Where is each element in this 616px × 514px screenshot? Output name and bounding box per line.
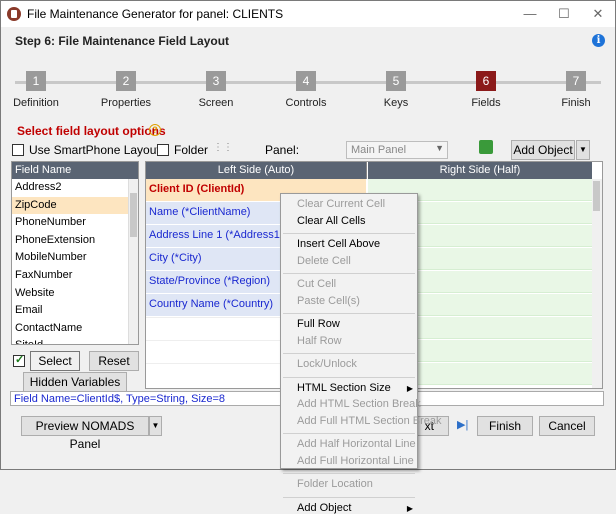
reset-button[interactable]: Reset	[89, 351, 139, 371]
left-side-header: Left Side (Auto)	[146, 162, 367, 179]
field-list-item[interactable]: PhoneExtension	[12, 232, 138, 250]
app-icon	[7, 7, 21, 21]
finish-button[interactable]: Finish	[477, 416, 533, 436]
wizard-step-number: 4	[296, 71, 316, 91]
smartphone-checkbox[interactable]	[12, 144, 24, 156]
grid-scrollbar[interactable]	[592, 179, 602, 388]
field-list-item[interactable]: Website	[12, 285, 138, 303]
submenu-arrow-icon: ▶	[406, 503, 413, 513]
panel-label: Panel:	[265, 143, 300, 157]
wizard-step-label: Screen	[198, 97, 234, 109]
field-list-item[interactable]: SiteId	[12, 337, 138, 344]
info-icon[interactable]: i	[592, 34, 605, 47]
wizard-step-label: Properties	[100, 97, 152, 109]
context-menu: Clear Current Cell Clear All Cells Insert …	[280, 193, 441, 514]
menu-item-cut-cell[interactable]: Cut Cell	[297, 278, 336, 290]
menu-item-add-full-horizontal-line[interactable]: Add Full Horizontal Line	[297, 455, 414, 467]
menu-separator	[283, 313, 415, 314]
menu-item-lock-unlock[interactable]: Lock/Unlock	[297, 358, 357, 370]
wizard-step-fields[interactable]: 6 Fields	[441, 71, 531, 109]
help-icon[interactable]: ?	[149, 124, 161, 136]
maximize-button[interactable]: ☐	[547, 1, 581, 27]
panel-select-value: Main Panel	[351, 144, 407, 156]
menu-item-half-row[interactable]: Half Row	[297, 335, 342, 347]
menu-item-delete-cell[interactable]: Delete Cell	[297, 255, 351, 267]
field-list-item[interactable]: Address2	[12, 179, 138, 197]
wizard-step-number: 1	[26, 71, 46, 91]
menu-separator	[283, 496, 415, 498]
title-bar: File Maintenance Generator for panel: CL…	[1, 1, 615, 27]
preview-dropdown-button[interactable]: ▼	[149, 416, 162, 436]
panel-select[interactable]: Main Panel ▼	[346, 141, 448, 159]
minimize-button[interactable]: —	[513, 1, 547, 27]
wizard-step-finish[interactable]: 7 Finish	[531, 71, 616, 109]
menu-item-html-section-size[interactable]: HTML Section Size	[297, 382, 391, 394]
wizard-step-label: Definition	[13, 97, 59, 109]
field-list-item[interactable]: ZipCode	[12, 196, 138, 215]
window-title: File Maintenance Generator for panel: CL…	[27, 7, 284, 21]
folder-label: Folder	[174, 143, 209, 157]
field-list-item[interactable]: MobileNumber	[12, 249, 138, 267]
menu-item-add-full-html-section-break[interactable]: Add Full HTML Section Break	[297, 415, 441, 427]
wizard-step-number: 7	[566, 71, 586, 91]
hidden-variables-button[interactable]: Hidden Variables	[23, 372, 127, 392]
field-list-header: Field Name	[12, 162, 138, 179]
menu-item-folder-location[interactable]: Folder Location	[297, 478, 373, 490]
field-list-item[interactable]: FaxNumber	[12, 267, 138, 285]
folder-checkbox[interactable]	[157, 144, 169, 156]
cancel-button[interactable]: Cancel	[539, 416, 595, 436]
wizard-steps: 1 Definition 2 Properties 3 Screen 4 Controls 5 K…	[1, 53, 615, 115]
close-button[interactable]: ✕	[581, 1, 615, 27]
menu-separator	[283, 433, 415, 434]
wizard-step-label: Finish	[561, 97, 591, 109]
wizard-step-label: Keys	[383, 97, 409, 109]
preview-panel-button[interactable]: Preview NOMADS Panel	[21, 416, 149, 451]
submenu-arrow-icon: ▶	[406, 383, 413, 393]
smartphone-label: Use SmartPhone Layout	[29, 143, 160, 157]
select-all-checkbox[interactable]	[13, 353, 25, 367]
field-list-scrollbar[interactable]	[128, 179, 138, 344]
skip-to-end-icon[interactable]: ▶|	[457, 418, 468, 431]
menu-item-add-object[interactable]: Add Object	[297, 502, 351, 514]
wizard-step-screen[interactable]: 3 Screen	[171, 71, 261, 109]
folder-drag-icon: ⋮⋮	[213, 142, 233, 153]
menu-item-insert-cell-above[interactable]: Insert Cell Above	[297, 238, 380, 250]
field-list-item[interactable]: Email	[12, 302, 138, 320]
wizard-step-number: 2	[116, 71, 136, 91]
chevron-down-icon: ▼	[435, 143, 444, 153]
menu-item-clear-current-cell[interactable]: Clear Current Cell	[297, 198, 385, 210]
menu-item-full-row[interactable]: Full Row	[297, 318, 340, 330]
wizard-step-number: 5	[386, 71, 406, 91]
field-list-item[interactable]: PhoneNumber	[12, 214, 138, 232]
add-object-button[interactable]: Add Object	[511, 140, 575, 160]
menu-item-add-html-section-break[interactable]: Add HTML Section Break	[297, 398, 421, 410]
menu-item-paste-cell-s[interactable]: Paste Cell(s)	[297, 295, 360, 307]
wizard-step-controls[interactable]: 4 Controls	[261, 71, 351, 109]
menu-separator	[283, 353, 415, 354]
right-side-header: Right Side (Half)	[368, 162, 592, 179]
wizard-step-number: 6	[476, 71, 496, 91]
select-all-button[interactable]: Select All	[30, 351, 80, 386]
menu-item-add-half-horizontal-line[interactable]: Add Half Horizontal Line	[297, 438, 416, 450]
wizard-step-definition[interactable]: 1 Definition	[0, 71, 81, 109]
menu-item-clear-all-cells[interactable]: Clear All Cells	[297, 215, 365, 227]
wizard-step-label: Controls	[285, 97, 327, 109]
add-field-icon[interactable]	[479, 140, 493, 154]
section-title: Select field layout options	[17, 124, 166, 138]
wizard-step-keys[interactable]: 5 Keys	[351, 71, 441, 109]
step-title: Step 6: File Maintenance Field Layout	[15, 34, 230, 48]
menu-separator	[283, 376, 415, 378]
add-object-dropdown-button[interactable]: ▼	[576, 140, 590, 160]
menu-separator	[283, 233, 415, 234]
wizard-step-properties[interactable]: 2 Properties	[81, 71, 171, 109]
step-header: Step 6: File Maintenance Field Layout i	[1, 27, 615, 53]
field-list: Field Name Address2 ZipCode PhoneNumber Pho…	[11, 161, 139, 345]
wizard-step-label: Fields	[471, 97, 501, 109]
wizard-step-number: 3	[206, 71, 226, 91]
menu-separator	[283, 273, 415, 274]
field-list-item[interactable]: ContactName	[12, 320, 138, 338]
menu-separator	[283, 473, 415, 474]
